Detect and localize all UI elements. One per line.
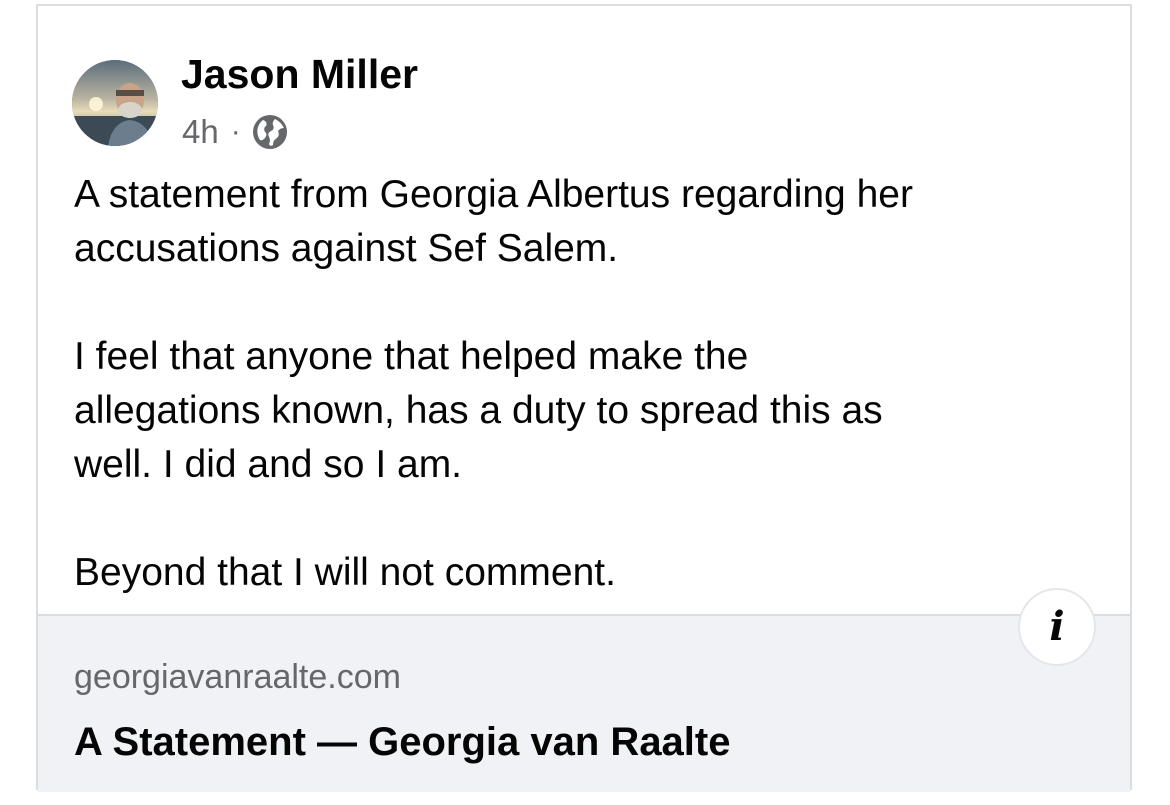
post-paragraph: Beyond that I will not comment. — [74, 551, 616, 594]
author-avatar[interactable] — [72, 60, 158, 146]
author-name[interactable]: Jason Miller — [181, 46, 418, 102]
link-preview[interactable]: georgiavanraalte.com A Statement — Georg… — [38, 614, 1130, 792]
globe-icon — [251, 113, 289, 151]
post-timestamp[interactable]: 4h — [182, 113, 219, 151]
post-message: A statement from Georgia Albertus regard… — [74, 168, 1104, 600]
link-title[interactable]: A Statement — Georgia van Raalte — [74, 720, 730, 765]
info-icon: i — [1049, 603, 1065, 650]
meta-separator: · — [230, 115, 241, 148]
post-header: Jason Miller 4h · — [72, 46, 772, 156]
link-domain: georgiavanraalte.com — [74, 658, 401, 696]
post-card: Jason Miller 4h · A statement from Georg… — [36, 4, 1132, 792]
post-paragraph: A statement from Georgia Albertus regard… — [74, 173, 913, 270]
post-paragraph: I feel that anyone that helped make the … — [74, 335, 883, 486]
info-button[interactable]: i — [1018, 588, 1096, 666]
post-meta: 4h · — [182, 110, 289, 154]
avatar-photo — [72, 60, 158, 146]
